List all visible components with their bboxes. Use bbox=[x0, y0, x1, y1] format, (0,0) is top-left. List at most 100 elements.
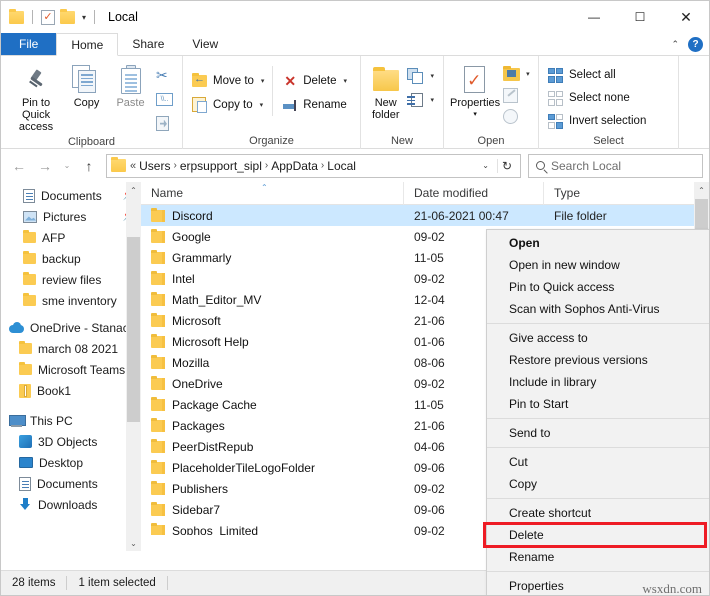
column-header-name[interactable]: Name ⌃ bbox=[141, 181, 404, 205]
new-item-button[interactable]: ▾ bbox=[404, 65, 437, 87]
sidebar-item-downloads[interactable]: Downloads bbox=[1, 494, 141, 515]
new-folder-button[interactable]: New folder bbox=[367, 60, 404, 121]
sort-ascending-icon: ⌃ bbox=[261, 182, 268, 192]
search-input[interactable]: Search Local bbox=[551, 159, 621, 173]
close-button[interactable]: ✕ bbox=[663, 1, 709, 33]
context-menu-item-pin-to-quick-access[interactable]: Pin to Quick access bbox=[487, 276, 709, 298]
search-box[interactable]: Search Local bbox=[528, 153, 703, 178]
tab-share[interactable]: Share bbox=[118, 33, 178, 55]
breadcrumb-item-appdata[interactable]: AppData bbox=[271, 159, 318, 173]
context-menu-item-give-access-to[interactable]: Give access to bbox=[487, 327, 709, 349]
copy-to-button[interactable]: Copy to ▾ bbox=[189, 94, 272, 116]
breadcrumb-item-local[interactable]: Local bbox=[327, 159, 356, 173]
refresh-icon[interactable]: ↻ bbox=[496, 158, 516, 173]
breadcrumb-separator[interactable]: › bbox=[321, 160, 324, 171]
copy-path-button[interactable]: \\.. bbox=[153, 88, 176, 110]
easy-access-button[interactable]: ▾ bbox=[404, 89, 437, 111]
new-folder-icon[interactable] bbox=[60, 8, 75, 24]
help-icon[interactable]: ? bbox=[688, 37, 703, 52]
minimize-button[interactable]: — bbox=[571, 1, 617, 33]
paste-shortcut-button[interactable] bbox=[153, 112, 176, 134]
properties-button[interactable]: ✓ Properties ▾ bbox=[450, 60, 500, 121]
tab-home[interactable]: Home bbox=[56, 33, 119, 56]
context-menu-item-open[interactable]: Open bbox=[487, 232, 709, 254]
context-menu-item-rename[interactable]: Rename bbox=[487, 546, 709, 568]
column-header-type[interactable]: Type bbox=[544, 182, 664, 205]
scroll-up-button[interactable]: ⌃ bbox=[126, 182, 141, 198]
scrollbar-thumb[interactable] bbox=[127, 237, 140, 422]
maximize-button[interactable]: ☐ bbox=[617, 1, 663, 33]
pin-label-line1: Pin to Quick bbox=[21, 97, 51, 121]
delete-icon: ✕ bbox=[284, 73, 297, 89]
copy-button[interactable]: Copy bbox=[65, 60, 108, 109]
context-menu-item-scan-with-sophos[interactable]: Scan with Sophos Anti-Virus bbox=[487, 298, 709, 320]
chevron-down-icon[interactable]: ▾ bbox=[430, 96, 434, 104]
chevron-down-icon[interactable]: ▾ bbox=[261, 77, 265, 85]
sidebar-item-book1[interactable]: Book1 bbox=[1, 380, 141, 401]
sidebar-item-microsoft-teams[interactable]: Microsoft Teams bbox=[1, 359, 141, 380]
clipboard-small-buttons: ✂ \\.. bbox=[153, 60, 176, 134]
scroll-up-button[interactable]: ⌃ bbox=[694, 182, 709, 198]
sidebar-item-pictures[interactable]: Pictures 📌 bbox=[1, 206, 141, 227]
pin-to-quick-access-button[interactable]: Pin to Quick access bbox=[7, 60, 65, 133]
collapse-ribbon-icon[interactable]: ⌃ bbox=[671, 39, 679, 50]
navigation-scrollbar[interactable]: ⌃ ⌄ bbox=[126, 182, 141, 551]
column-header-date-modified[interactable]: Date modified bbox=[404, 181, 544, 205]
sidebar-item-march-08-2021[interactable]: march 08 2021 bbox=[1, 338, 141, 359]
delete-button[interactable]: ✕ Delete ▾ bbox=[279, 70, 354, 92]
chevron-down-icon[interactable]: ▾ bbox=[260, 101, 264, 109]
sidebar-item-backup[interactable]: backup bbox=[1, 248, 141, 269]
sidebar-item-sme-inventory[interactable]: sme inventory bbox=[1, 290, 141, 311]
paste-button[interactable]: Paste bbox=[108, 60, 153, 109]
breadcrumb-item-user[interactable]: erpsupport_sipl bbox=[180, 159, 262, 173]
chevron-down-icon[interactable]: ▾ bbox=[526, 70, 530, 78]
properties-icon[interactable]: ✓ bbox=[41, 9, 55, 25]
breadcrumb-overflow[interactable]: « bbox=[130, 160, 136, 172]
context-menu-item-delete[interactable]: Delete bbox=[483, 522, 709, 548]
breadcrumb-separator[interactable]: › bbox=[265, 160, 268, 171]
context-menu-item-cut[interactable]: Cut bbox=[487, 451, 709, 473]
address-dropdown-icon[interactable]: ⌄ bbox=[478, 161, 493, 170]
sidebar-item-documents[interactable]: Documents 📌 bbox=[1, 185, 141, 206]
select-none-button[interactable]: Select none bbox=[545, 87, 649, 108]
back-button[interactable]: ← bbox=[7, 154, 31, 178]
history-button[interactable] bbox=[500, 106, 533, 125]
context-menu-item-create-shortcut[interactable]: Create shortcut bbox=[487, 502, 709, 524]
tab-view[interactable]: View bbox=[178, 33, 232, 55]
context-menu-item-copy[interactable]: Copy bbox=[487, 473, 709, 495]
sidebar-item-documents-pc[interactable]: Documents bbox=[1, 473, 141, 494]
sidebar-item-afp[interactable]: AFP bbox=[1, 227, 141, 248]
rename-button[interactable]: Rename bbox=[279, 94, 354, 116]
chevron-down-icon[interactable]: ▾ bbox=[344, 77, 348, 85]
scroll-down-button[interactable]: ⌄ bbox=[126, 535, 141, 551]
tab-file[interactable]: File bbox=[1, 33, 57, 55]
context-menu-item-open-in-new-window[interactable]: Open in new window bbox=[487, 254, 709, 276]
breadcrumb-item-users[interactable]: Users bbox=[139, 159, 170, 173]
cut-button[interactable]: ✂ bbox=[153, 64, 176, 86]
forward-button[interactable]: → bbox=[33, 154, 57, 178]
context-menu-item-pin-to-start[interactable]: Pin to Start bbox=[487, 393, 709, 415]
breadcrumb-bar[interactable]: « Users › erpsupport_sipl › AppData › Lo… bbox=[106, 153, 521, 178]
sidebar-item-3d-objects[interactable]: 3D Objects bbox=[1, 431, 141, 452]
up-button[interactable]: ↑ bbox=[77, 154, 101, 178]
chevron-down-icon[interactable]: ▾ bbox=[430, 72, 434, 80]
invert-selection-button[interactable]: Invert selection bbox=[545, 110, 649, 131]
window-controls: — ☐ ✕ bbox=[571, 1, 709, 33]
move-to-button[interactable]: Move to ▾ bbox=[189, 70, 272, 92]
sidebar-item-onedrive[interactable]: OneDrive - Stanac bbox=[1, 317, 141, 338]
context-menu-item-include-in-library[interactable]: Include in library bbox=[487, 371, 709, 393]
chevron-down-icon[interactable]: ▾ bbox=[82, 13, 86, 22]
sidebar-item-review-files[interactable]: review files bbox=[1, 269, 141, 290]
sidebar-item-desktop[interactable]: Desktop bbox=[1, 452, 141, 473]
open-with-button[interactable]: ▾ bbox=[500, 64, 533, 83]
select-all-button[interactable]: Select all bbox=[545, 64, 649, 85]
folder-icon[interactable] bbox=[9, 8, 24, 24]
context-menu-item-send-to[interactable]: Send to bbox=[487, 422, 709, 444]
recent-locations-button[interactable]: ⌄ bbox=[59, 154, 75, 178]
chevron-down-icon[interactable]: ▾ bbox=[473, 109, 477, 121]
context-menu-item-restore-previous-versions[interactable]: Restore previous versions bbox=[487, 349, 709, 371]
sidebar-item-this-pc[interactable]: This PC bbox=[1, 410, 141, 431]
edit-button[interactable] bbox=[500, 85, 533, 104]
breadcrumb-separator[interactable]: › bbox=[173, 160, 176, 171]
table-row[interactable]: Discord 21-06-2021 00:47 File folder bbox=[141, 205, 709, 226]
